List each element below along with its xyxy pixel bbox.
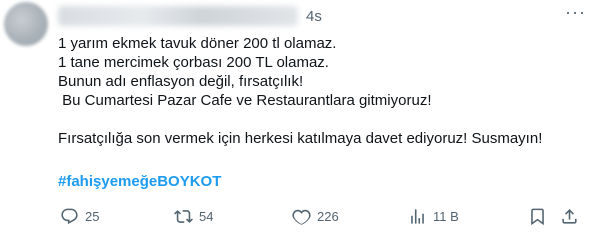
heart-icon: [292, 209, 311, 225]
views-count: 11 B: [433, 208, 459, 224]
more-options-icon[interactable]: ···: [565, 2, 586, 23]
views-button[interactable]: 11 B: [408, 204, 459, 228]
blurred-author-name[interactable]: [58, 6, 298, 26]
bookmark-icon: [531, 208, 544, 225]
share-button[interactable]: [560, 204, 579, 228]
tweet-line-2: 1 tane mercimek çorbası 200 TL olamaz.: [58, 54, 329, 71]
hashtag-link[interactable]: #fahişyemeğeBOYKOT: [58, 173, 221, 190]
like-count: 226: [317, 208, 339, 224]
tweet-line-6: Fırsatçılığa son vermek için herkesi kat…: [58, 130, 543, 147]
tweet-line-4: Bu Cumartesi Pazar Cafe ve Restaurantlar…: [58, 92, 432, 109]
tweet: 4s ··· 1 yarım ekmek tavuk döner 200 tl …: [0, 0, 600, 242]
tweet-actions: 25 54 226 11 B: [58, 204, 588, 228]
share-icon: [562, 208, 577, 224]
retweet-icon: [174, 209, 193, 223]
tweet-timestamp[interactable]: 4s: [306, 8, 322, 25]
views-icon: [411, 208, 424, 224]
avatar[interactable]: [4, 2, 48, 46]
tweet-text: 1 yarım ekmek tavuk döner 200 tl olamaz.…: [58, 34, 588, 148]
tweet-line-3: Bunun adı enflasyon değil, fırsatçılık!: [58, 73, 304, 90]
reply-button[interactable]: 25: [60, 204, 99, 228]
retweet-count: 54: [199, 208, 214, 224]
bookmark-button[interactable]: [528, 204, 547, 228]
tweet-line-1: 1 yarım ekmek tavuk döner 200 tl olamaz.: [58, 35, 337, 52]
like-button[interactable]: 226: [292, 204, 339, 228]
reply-icon: [61, 208, 78, 224]
retweet-button[interactable]: 54: [174, 204, 213, 228]
reply-count: 25: [85, 208, 100, 224]
